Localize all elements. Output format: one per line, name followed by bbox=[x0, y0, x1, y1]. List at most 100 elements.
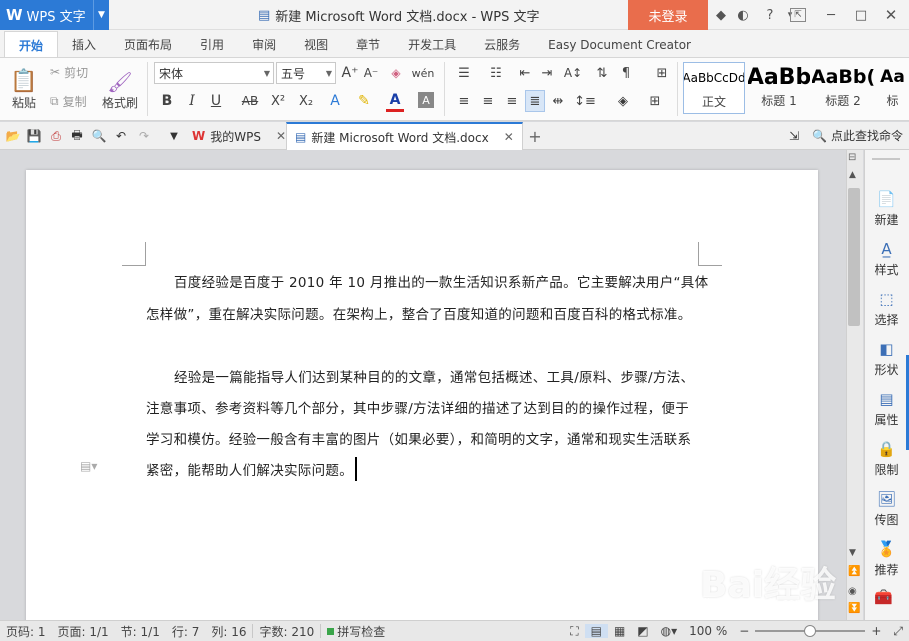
spell-check-toggle[interactable]: 拼写检查 bbox=[321, 623, 391, 640]
skin-icon[interactable]: ◆ bbox=[711, 5, 731, 25]
new-tab-icon[interactable]: + bbox=[526, 127, 544, 146]
table-border-icon[interactable]: ⊞ bbox=[652, 62, 672, 84]
char-shading-icon[interactable]: A bbox=[418, 92, 434, 108]
outline-view-icon[interactable]: ▦ bbox=[608, 624, 631, 638]
tab-cloud[interactable]: 云服务 bbox=[470, 31, 534, 58]
phonetic-icon[interactable]: wén bbox=[410, 62, 436, 84]
open-folder-icon[interactable]: 📂 bbox=[4, 127, 22, 145]
style-heading-3[interactable]: Aa 标 bbox=[876, 62, 909, 114]
font-size-select[interactable]: 五号 ▼ bbox=[276, 62, 336, 84]
italic-button[interactable]: I bbox=[183, 90, 201, 112]
web-view-icon[interactable]: ◩ bbox=[631, 624, 654, 638]
text-case-icon[interactable]: A↕ bbox=[562, 62, 584, 84]
print-preview-icon[interactable]: 🔍 bbox=[90, 127, 108, 145]
tab-section[interactable]: 章节 bbox=[342, 31, 394, 58]
text-effect-icon[interactable]: A bbox=[326, 90, 344, 112]
customize-dropdown-icon[interactable]: ▼ bbox=[165, 127, 183, 145]
zoom-level[interactable]: 100 % bbox=[683, 624, 733, 638]
fullscreen-icon[interactable]: ⇱ bbox=[790, 8, 806, 22]
subscript-button[interactable]: X₂ bbox=[296, 90, 316, 112]
paste-button[interactable]: 📋 粘贴 bbox=[6, 62, 42, 118]
close-icon[interactable]: ✕ bbox=[504, 130, 514, 144]
sort-icon[interactable]: ⇅ bbox=[592, 62, 612, 84]
tab-home[interactable]: 开始 bbox=[4, 31, 59, 58]
distributed-align-icon[interactable]: ⇹ bbox=[549, 90, 567, 112]
pane-select[interactable]: ⬚ 选择 bbox=[864, 284, 909, 334]
status-word-count[interactable]: 字数: 210 bbox=[253, 623, 320, 640]
paragraph-mark-icon[interactable]: ¶ bbox=[616, 62, 636, 84]
app-menu-button[interactable]: W WPS 文字 ▼ bbox=[0, 0, 109, 30]
pane-restrict[interactable]: 🔒 限制 bbox=[864, 434, 909, 484]
shading-icon[interactable]: ◈ bbox=[612, 90, 634, 112]
scrollbar-thumb[interactable] bbox=[848, 188, 860, 326]
feedback-icon[interactable]: ◐ bbox=[733, 5, 753, 25]
align-right-icon[interactable]: ≡ bbox=[503, 90, 521, 112]
tab-list-icon[interactable]: ⇲ bbox=[785, 127, 803, 145]
increase-indent-icon[interactable]: ⇥ bbox=[538, 62, 556, 84]
zoom-in-icon[interactable]: + bbox=[865, 624, 887, 638]
decrease-indent-icon[interactable]: ⇤ bbox=[516, 62, 534, 84]
tab-developer[interactable]: 开发工具 bbox=[394, 31, 470, 58]
style-normal[interactable]: AaBbCcDd 正文 bbox=[683, 62, 745, 114]
print-icon[interactable]: 🖶 bbox=[68, 127, 86, 145]
save-icon[interactable]: 💾 bbox=[25, 127, 43, 145]
format-painter-button[interactable]: 🖌 格式刷 bbox=[100, 62, 140, 118]
command-search[interactable]: 🔍 点此查找命令 bbox=[812, 127, 903, 144]
select-browse-icon[interactable]: ◉ bbox=[848, 586, 857, 597]
tab-view[interactable]: 视图 bbox=[290, 31, 342, 58]
eye-protection-icon[interactable]: ◍▾ bbox=[655, 624, 684, 638]
tab-document[interactable]: ▤ 新建 Microsoft Word 文档.docx ✕ bbox=[286, 122, 523, 150]
export-pdf-icon[interactable]: ⎙ bbox=[47, 127, 65, 145]
grow-font-icon[interactable]: A⁺ bbox=[340, 62, 360, 84]
pane-new[interactable]: 📄 新建 bbox=[864, 184, 909, 234]
prev-page-icon[interactable]: ⏫ bbox=[848, 566, 860, 577]
tab-references[interactable]: 引用 bbox=[186, 31, 238, 58]
tab-my-wps[interactable]: W 我的WPS ✕ bbox=[184, 122, 294, 150]
cut-button[interactable]: ✂ 剪切 bbox=[50, 63, 88, 81]
font-color-icon[interactable]: A bbox=[386, 90, 404, 112]
scroll-down-icon[interactable]: ▼ bbox=[849, 548, 856, 558]
numbered-list-icon[interactable]: ☷ bbox=[484, 62, 508, 84]
pane-styles[interactable]: A̲ 样式 bbox=[864, 234, 909, 284]
bullet-list-icon[interactable]: ☰ bbox=[452, 62, 476, 84]
justify-icon[interactable]: ≣ bbox=[525, 90, 545, 112]
tab-page-layout[interactable]: 页面布局 bbox=[110, 31, 186, 58]
zoom-slider-thumb[interactable] bbox=[804, 625, 817, 637]
scroll-up-icon[interactable]: ▲ bbox=[849, 170, 856, 180]
tab-easy-document-creator[interactable]: Easy Document Creator bbox=[534, 31, 705, 58]
toolbox-icon[interactable]: 🧰 bbox=[874, 588, 893, 606]
align-center-icon[interactable]: ≡ bbox=[479, 90, 497, 112]
undo-icon[interactable]: ↶ bbox=[112, 127, 130, 145]
shrink-font-icon[interactable]: A⁻ bbox=[361, 62, 381, 84]
fit-page-icon[interactable]: ⛶ bbox=[564, 624, 584, 639]
bold-button[interactable]: B bbox=[158, 90, 176, 112]
zoom-out-icon[interactable]: − bbox=[733, 624, 755, 638]
paragraph-handle-icon[interactable]: ▤▾ bbox=[80, 459, 97, 473]
redo-icon[interactable]: ↷ bbox=[135, 127, 153, 145]
chevron-down-icon[interactable]: ▼ bbox=[93, 0, 109, 30]
underline-button[interactable]: U bbox=[207, 90, 225, 112]
tab-insert[interactable]: 插入 bbox=[58, 31, 110, 58]
page-view-icon[interactable]: ▤ bbox=[584, 624, 608, 638]
minimize-icon[interactable]: ─ bbox=[821, 5, 841, 25]
clear-format-icon[interactable]: ◈ bbox=[386, 62, 406, 84]
pane-properties[interactable]: ▤ 属性 bbox=[864, 384, 909, 434]
highlight-icon[interactable]: ✎ bbox=[354, 90, 374, 112]
next-page-icon[interactable]: ⏬ bbox=[848, 603, 860, 614]
close-icon[interactable]: ✕ bbox=[881, 5, 901, 25]
help-icon[interactable]: ? bbox=[760, 5, 780, 25]
style-heading-2[interactable]: AaBb( 标题 2 bbox=[812, 62, 874, 114]
font-name-select[interactable]: 宋体 ▼ bbox=[154, 62, 274, 84]
copy-button[interactable]: ⧉ 复制 bbox=[50, 92, 87, 110]
strikethrough-button[interactable]: AB bbox=[238, 90, 262, 112]
tab-review[interactable]: 审阅 bbox=[238, 31, 290, 58]
pane-upload-image[interactable]: 🖼 传图 bbox=[864, 484, 909, 534]
full-screen-icon[interactable]: ⤢ bbox=[887, 624, 909, 639]
pane-shapes[interactable]: ◧ 形状 bbox=[864, 334, 909, 384]
superscript-button[interactable]: X² bbox=[268, 90, 288, 112]
align-left-icon[interactable]: ≡ bbox=[455, 90, 473, 112]
zoom-slider[interactable] bbox=[755, 624, 866, 638]
pane-recommend[interactable]: 🏅 推荐 bbox=[864, 534, 909, 584]
borders-icon[interactable]: ⊞ bbox=[644, 90, 666, 112]
login-button[interactable]: 未登录 bbox=[628, 0, 708, 30]
